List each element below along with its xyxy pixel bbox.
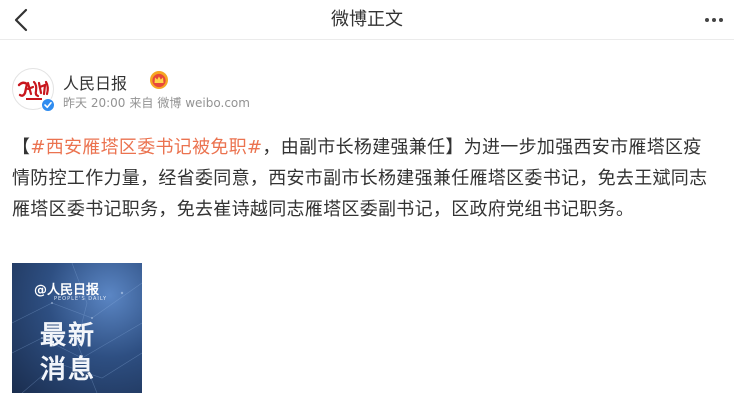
source-prefix: 来自 <box>129 96 154 110</box>
headline-rest: ，由副市长杨建强兼任】 <box>262 137 464 158</box>
headline-bracket-open: 【 <box>12 137 31 158</box>
post-meta: 昨天 20:00 来自 微博 weibo.com <box>63 94 254 111</box>
page-title: 微博正文 <box>331 9 403 30</box>
more-dots-icon <box>705 18 723 22</box>
image-brand-subtext: PEOPLE'S DAILY <box>54 296 108 302</box>
post-time: 昨天 20:00 <box>63 96 126 110</box>
post-image[interactable]: @人民日报 PEOPLE'S DAILY 最新 消息 <box>12 263 142 393</box>
author-header: 人民日报 昨天 20:00 来自 微博 weibo.com <box>12 68 712 112</box>
image-headline-line1: 最新 <box>40 321 97 351</box>
top-nav-bar: 微博正文 <box>0 0 734 40</box>
topic-link[interactable]: #西安雁塔区委书记被免职# <box>30 137 262 158</box>
vip-badge[interactable] <box>149 70 169 90</box>
author-name[interactable]: 人民日报 <box>63 70 127 94</box>
verified-badge-icon <box>41 98 55 112</box>
vip-crown-icon <box>150 71 168 89</box>
image-headline-line2: 消息 <box>40 355 97 385</box>
post-text: 【#西安雁塔区委书记被免职#，由副市长杨建强兼任】为进一步加强西安市雁塔区疫情防… <box>12 132 718 225</box>
more-button[interactable] <box>700 4 728 36</box>
post-source[interactable]: 微博 weibo.com <box>157 96 250 110</box>
verified-badge <box>41 97 55 112</box>
